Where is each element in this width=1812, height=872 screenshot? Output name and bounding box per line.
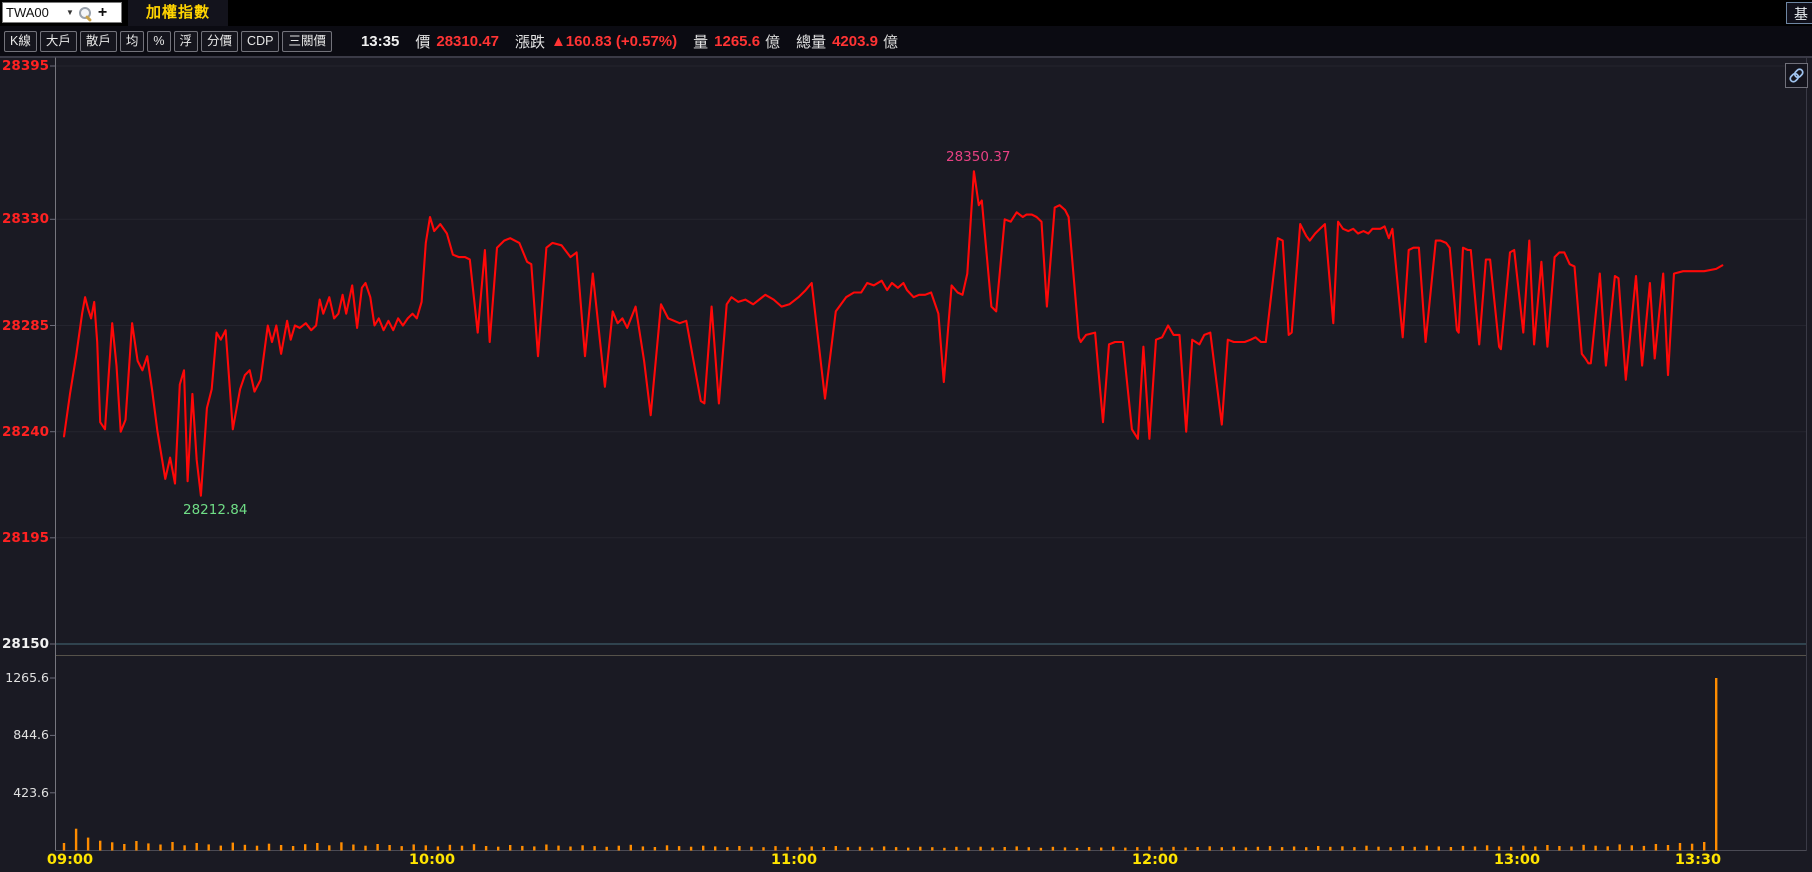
change-value: ▲160.83 (+0.57%) — [550, 32, 678, 50]
time-axis-tick-label: 13:00 — [1493, 852, 1541, 868]
toolbar: K線 大戶 散戶 均 % 浮 分價 CDP 三關價 13:35 價 28310.… — [0, 26, 1812, 57]
time-axis-tick-label: 13:30 — [1674, 852, 1722, 868]
volume-axis-tick-label: 423.6 — [13, 785, 49, 800]
quote-time: 13:35 — [360, 32, 400, 50]
price-axis-tick-label: 28240 — [2, 424, 49, 440]
corner-button[interactable]: 基 — [1786, 2, 1812, 24]
time-axis-tick-label: 10:00 — [408, 852, 456, 868]
volume-value: 1265.6 — [714, 32, 761, 50]
total-volume-unit: 億 — [882, 33, 898, 51]
price-axis-tick-label: 28330 — [2, 211, 49, 227]
price-chart-area[interactable]: 28350.37 28212.84 28395 28330 28285 28240 28… — [0, 0, 1812, 872]
dropdown-caret-icon[interactable]: ▼ — [66, 8, 74, 17]
link-button[interactable] — [1785, 63, 1808, 88]
toolbar-button-float[interactable]: 浮 — [173, 30, 199, 52]
search-icon[interactable] — [78, 6, 92, 22]
volume-axis-tick-label: 1265.6 — [5, 670, 49, 685]
price-label: 價 — [415, 33, 431, 51]
toolbar-button-avg[interactable]: 均 — [119, 30, 145, 52]
top-bar: ▼ + 加權指數 基 — [0, 0, 1812, 26]
price-axis-tick-label: 28195 — [2, 530, 49, 546]
prev-close-label: 28150 — [2, 636, 49, 652]
price-axis-tick-label: 28395 — [2, 58, 49, 74]
axis-ticks — [50, 65, 56, 794]
session-low-label: 28212.84 — [183, 502, 248, 518]
toolbar-button-three-gates[interactable]: 三關價 — [282, 30, 332, 52]
change-label: 漲跌 — [514, 33, 545, 51]
toolbar-button-kline[interactable]: K線 — [4, 30, 37, 52]
session-high-label: 28350.37 — [946, 149, 1011, 165]
quote-price-group: 價 28310.47 — [415, 31, 499, 52]
symbol-input[interactable] — [6, 5, 64, 20]
volume-axis-tick-label: 844.6 — [13, 727, 49, 742]
price-axis-tick-label: 28285 — [2, 318, 49, 334]
quote-bar: 13:35 價 28310.47 漲跌 ▲160.83 (+0.57%) 量 1… — [361, 31, 898, 52]
toolbar-button-major[interactable]: 大戶 — [39, 30, 77, 52]
quote-volume-group: 量 1265.6 億 — [693, 31, 780, 52]
volume-label: 量 — [693, 33, 709, 51]
volume-bars — [62, 678, 1718, 851]
toolbar-button-price-dist[interactable]: 分價 — [201, 30, 239, 52]
total-volume-value: 4203.9 — [832, 32, 878, 50]
time-axis-tick-label: 12:00 — [1131, 852, 1179, 868]
add-symbol-button[interactable]: + — [98, 4, 107, 21]
volume-unit: 億 — [765, 33, 781, 51]
quote-change-group: 漲跌 ▲160.83 (+0.57%) — [515, 31, 677, 52]
chart-svg — [0, 57, 1812, 851]
toolbar-button-percent[interactable]: % — [147, 30, 171, 52]
price-value: 28310.47 — [436, 32, 499, 50]
quote-total-group: 總量 4203.9 億 — [796, 31, 898, 52]
toolbar-button-cdp[interactable]: CDP — [241, 30, 280, 52]
symbol-search-group: ▼ + — [2, 2, 122, 23]
total-volume-label: 總量 — [796, 33, 827, 51]
chain-link-icon — [1787, 66, 1806, 85]
price-line — [62, 170, 1724, 497]
toolbar-button-retail[interactable]: 散戶 — [79, 30, 117, 52]
time-axis-tick-label: 09:00 — [46, 852, 94, 868]
time-axis-tick-label: 11:00 — [770, 852, 818, 868]
tab-weighted-index[interactable]: 加權指數 — [128, 0, 229, 26]
